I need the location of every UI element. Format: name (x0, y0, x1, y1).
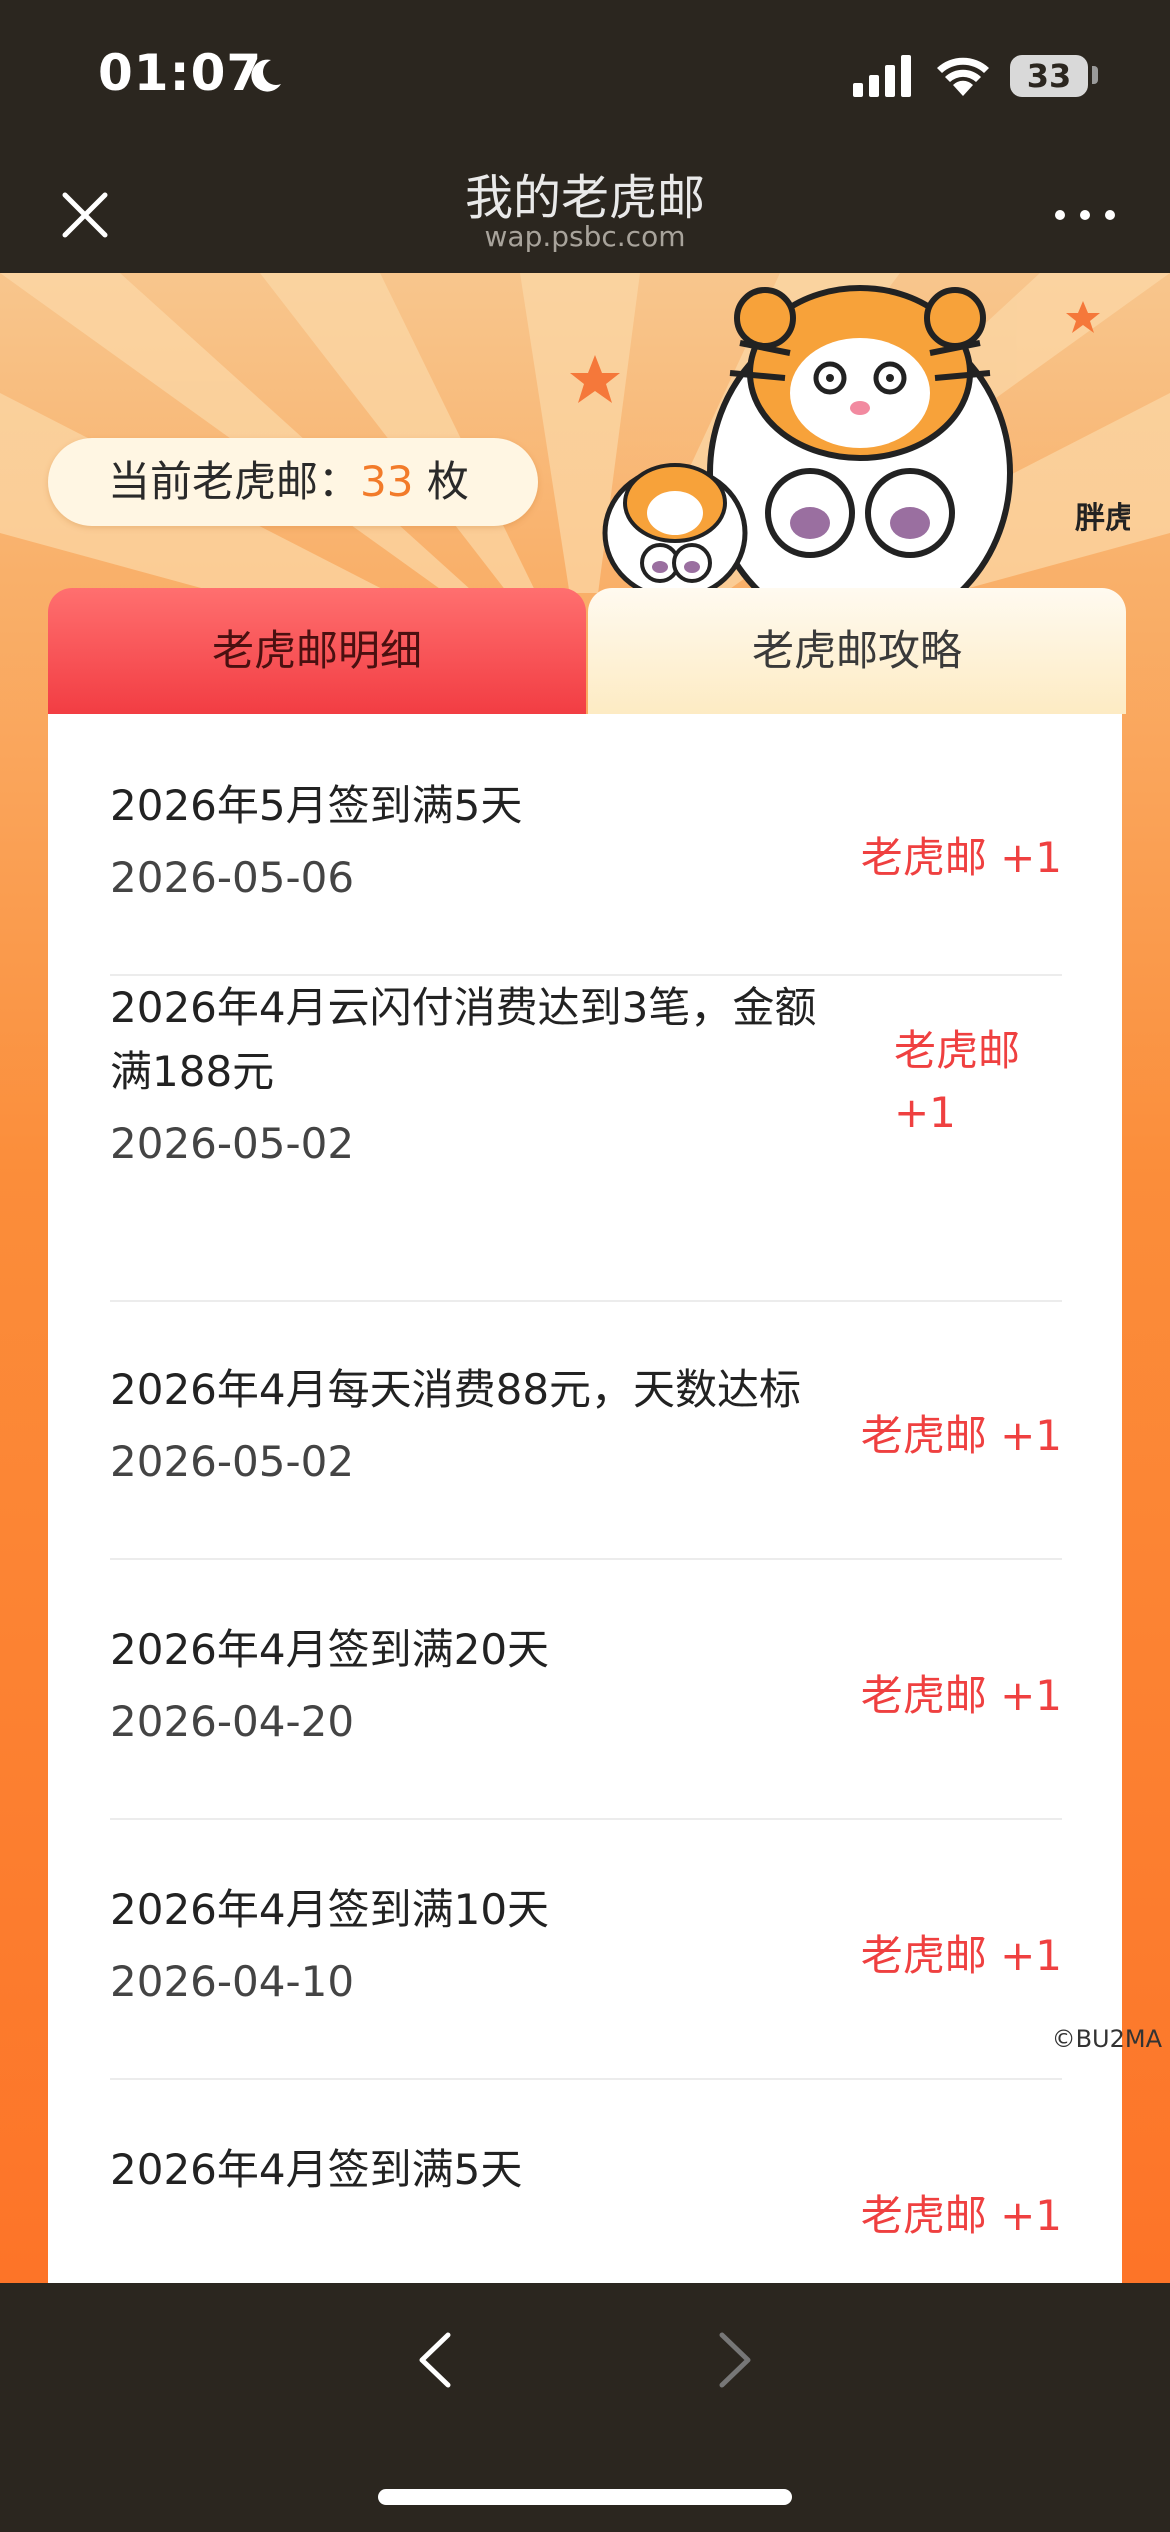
list-item: 2026年4月签到满10天 2026-04-10 老虎邮 +1 (110, 1820, 1062, 2080)
record-reward: 老虎邮 +1 (860, 1931, 1062, 1980)
tiger-stamp-count: 当前老虎邮：33 枚 (48, 438, 538, 526)
tiger-illustration: 胖虎 (602, 285, 1130, 593)
tab-details[interactable]: 老虎邮明细 (48, 588, 586, 714)
battery-indicator: 33 (1010, 55, 1088, 97)
list-item: 2026年5月签到满5天 2026-05-06 老虎邮 +1 (110, 774, 1062, 976)
record-reward: 老虎邮 +1 (860, 1671, 1062, 1720)
list-item: 2026年4月云闪付消费达到3笔，金额 满188元 2026-05-02 老虎邮… (110, 976, 1062, 1302)
browser-toolbar (0, 2283, 1170, 2532)
record-title: 2026年4月云闪付消费达到3笔，金额 (110, 983, 817, 1032)
more-icon[interactable] (1050, 195, 1120, 235)
moon-icon (251, 59, 281, 92)
forward-arrow-icon[interactable] (710, 2325, 760, 2395)
records-list: 2026年5月签到满5天 2026-05-06 老虎邮 +1 2026年4月云闪… (48, 714, 1122, 2283)
signal-icon (853, 55, 911, 97)
tab-guide[interactable]: 老虎邮攻略 (588, 588, 1126, 714)
list-item: 2026年4月每天消费88元，天数达标 2026-05-02 老虎邮 +1 (110, 1302, 1062, 1560)
record-reward: 老虎邮 +1 (894, 1020, 1020, 1144)
record-reward: 老虎邮 +1 (860, 1411, 1062, 1460)
record-reward-line2: +1 (893, 1088, 956, 1137)
copyright-watermark: ©BU2MA (1051, 2025, 1162, 2053)
back-arrow-icon[interactable] (410, 2325, 460, 2395)
status-bar: 01:07 33 (0, 0, 1170, 150)
page-title: 我的老虎邮 (464, 170, 705, 226)
status-time: 01:07 (98, 44, 263, 102)
main-content[interactable]: 当前老虎邮：33 枚 胖虎 老虎邮明细 老虎邮攻略 2026年5月签到满5天 2 (0, 273, 1170, 2283)
count-label: 当前老虎邮： (108, 457, 361, 506)
nav-bar: 我的老虎邮 wap.psbc.com (0, 150, 1170, 273)
logo-text: 胖虎 (1075, 501, 1130, 536)
record-reward: 老虎邮 +1 (860, 2191, 1062, 2240)
list-item: 2026年4月签到满20天 2026-04-20 老虎邮 +1 (110, 1560, 1062, 1820)
count-unit: 枚 (413, 457, 469, 506)
home-indicator[interactable] (378, 2489, 792, 2505)
battery-tip (1092, 66, 1098, 84)
wifi-icon (937, 57, 989, 96)
record-reward: 老虎邮 +1 (860, 833, 1062, 882)
list-item: 2026年4月签到满5天 老虎邮 +1 (110, 2080, 1062, 2283)
count-value: 33 (360, 457, 414, 506)
record-reward-line1: 老虎邮 (893, 1026, 1020, 1075)
page-url: wap.psbc.com (484, 220, 686, 253)
